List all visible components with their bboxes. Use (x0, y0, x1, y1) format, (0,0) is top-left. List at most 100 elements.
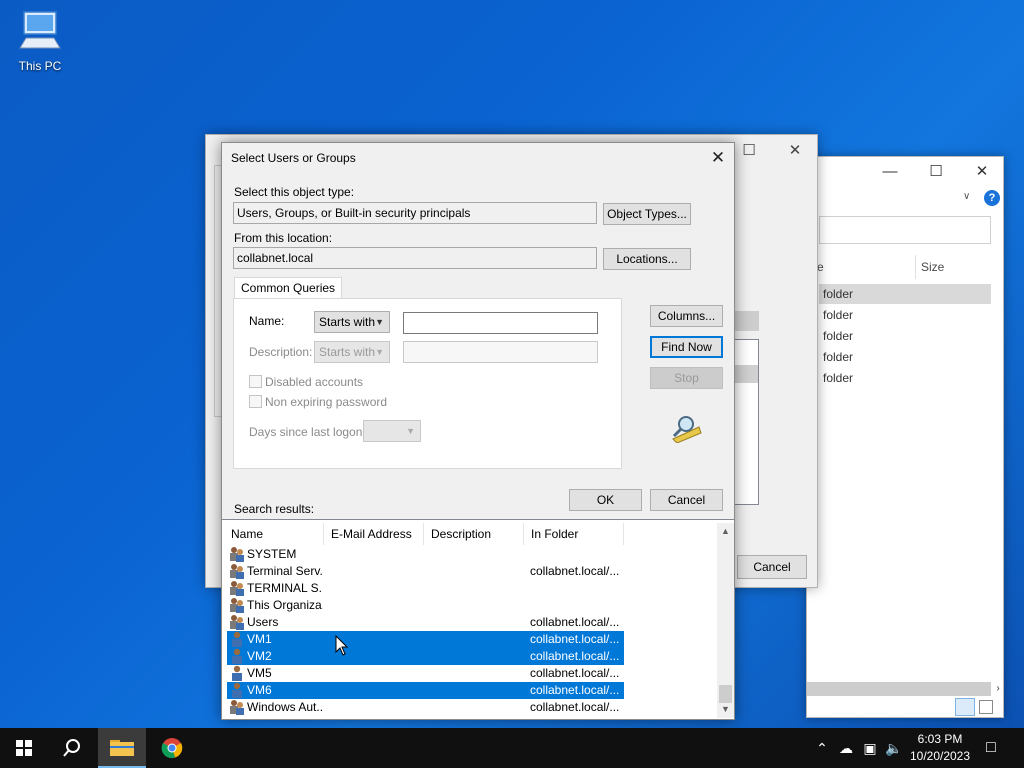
permissions-list[interactable] (735, 339, 759, 505)
network-status-icon[interactable]: ☁ (836, 738, 856, 758)
result-name: This Organiza... (247, 598, 323, 612)
close-icon[interactable]: ✕ (959, 161, 1005, 183)
group-icon (230, 581, 244, 596)
name-mode-value: Starts with (319, 315, 376, 329)
file-explorer-taskbar-button[interactable] (98, 728, 146, 768)
result-folder (530, 597, 622, 614)
large-icons-view-icon[interactable] (979, 700, 993, 714)
days-since-logon-select[interactable]: ▼ (363, 420, 421, 442)
group-icon (230, 700, 244, 715)
notification-icon[interactable]: □ (981, 738, 1001, 758)
chrome-taskbar-button[interactable] (148, 728, 196, 768)
object-type-field: Users, Groups, or Built-in security prin… (233, 202, 597, 224)
description-input[interactable] (403, 341, 598, 363)
scroll-thumb[interactable] (735, 311, 759, 331)
search-results-list[interactable]: Name E-Mail Address Description In Folde… (222, 519, 734, 719)
tab-common-queries[interactable]: Common Queries (234, 277, 343, 299)
location-label: From this location: (234, 231, 333, 245)
column-divider (915, 255, 916, 279)
minimize-icon[interactable]: — (867, 161, 913, 183)
network-icon[interactable]: ▣ (860, 738, 880, 758)
find-now-button[interactable]: Find Now (650, 336, 723, 358)
chevron-up-icon[interactable]: ⌃ (812, 738, 832, 758)
object-types-button[interactable]: Object Types... (603, 203, 691, 225)
result-name: Users (247, 615, 279, 629)
table-row[interactable]: This Organiza... (227, 597, 624, 614)
maximize-icon[interactable]: ☐ (913, 161, 959, 183)
user-icon (232, 631, 242, 647)
group-icon (230, 598, 244, 613)
table-row[interactable]: VM1 collabnet.local/... (227, 631, 624, 648)
search-icon (63, 739, 80, 757)
result-folder: collabnet.local/... (530, 615, 620, 629)
ok-button[interactable]: OK (569, 489, 642, 511)
help-icon[interactable]: ? (984, 190, 1000, 206)
table-row[interactable]: TERMINAL S... (227, 580, 624, 597)
non-expiring-password-checkbox[interactable] (249, 395, 262, 408)
column-header-email[interactable]: E-Mail Address (324, 523, 424, 545)
table-row[interactable]: Windows Aut... collabnet.local/... (227, 699, 624, 716)
scroll-up-icon[interactable]: ▲ (717, 523, 734, 540)
result-folder: collabnet.local/... (530, 649, 620, 663)
result-name: VM5 (247, 666, 272, 680)
disabled-accounts-checkbox[interactable] (249, 375, 262, 388)
result-name: SYSTEM (247, 547, 297, 561)
result-name: Terminal Serv... (247, 564, 323, 578)
list-item[interactable]: folder (819, 368, 991, 388)
horizontal-scrollbar[interactable] (807, 682, 991, 696)
list-item[interactable]: folder (819, 347, 991, 367)
result-name: Windows Aut... (247, 700, 323, 714)
start-button[interactable] (0, 728, 48, 768)
list-item[interactable]: folder (819, 326, 991, 346)
search-button[interactable] (48, 728, 96, 768)
column-header-size[interactable]: Size (921, 255, 944, 279)
locations-button[interactable]: Locations... (603, 248, 691, 270)
explorer-window: — ☐ ✕ ∨ ? e Size folder folder folder fo… (806, 156, 1004, 718)
result-name: VM2 (247, 649, 272, 663)
list-item[interactable]: folder (819, 305, 991, 325)
desktop-icon-this-pc[interactable]: This PC (12, 8, 68, 73)
stop-button[interactable]: Stop (650, 367, 723, 389)
column-header-name[interactable]: Name (224, 523, 324, 545)
columns-button[interactable]: Columns... (650, 305, 723, 327)
windows-logo-icon (16, 740, 32, 756)
table-row[interactable]: VM2 collabnet.local/... (227, 648, 624, 665)
scroll-right-icon[interactable]: › (991, 682, 1005, 696)
name-input[interactable] (403, 312, 598, 334)
details-view-icon[interactable] (955, 698, 975, 716)
name-mode-select[interactable]: Starts with ▼ (314, 311, 390, 333)
result-name: VM1 (247, 632, 272, 646)
clock-date: 10/20/2023 (909, 749, 971, 763)
table-row[interactable]: Users collabnet.local/... (227, 614, 624, 631)
chevron-down-icon: ▼ (375, 317, 384, 327)
result-folder: collabnet.local/... (530, 666, 620, 680)
scroll-down-icon[interactable]: ▼ (717, 701, 734, 718)
result-folder (530, 546, 622, 563)
list-item[interactable]: folder (819, 284, 991, 304)
table-row[interactable]: VM6 collabnet.local/... (227, 682, 624, 699)
desktop-icon-label: This PC (18, 59, 62, 73)
table-row[interactable]: Terminal Serv... collabnet.local/... (227, 563, 624, 580)
mouse-cursor-icon (335, 635, 349, 656)
dialog-title: Select Users or Groups (231, 151, 356, 165)
column-header-description[interactable]: Description (424, 523, 524, 545)
close-icon[interactable]: ✕ (772, 139, 818, 163)
vertical-scrollbar[interactable]: ▲ ▼ (717, 523, 734, 718)
search-results-label: Search results: (234, 502, 315, 516)
search-magnifier-icon (672, 416, 702, 443)
explorer-search-input[interactable] (819, 216, 991, 244)
chevron-down-icon[interactable]: ∨ (963, 191, 970, 202)
cancel-button[interactable]: Cancel (737, 555, 807, 579)
result-name: VM6 (247, 683, 272, 697)
volume-muted-icon[interactable]: 🔈 (884, 738, 904, 758)
close-icon[interactable]: ✕ (702, 143, 734, 173)
description-mode-select[interactable]: Starts with ▼ (314, 341, 390, 363)
user-icon (232, 682, 242, 698)
table-row[interactable]: SYSTEM (227, 546, 624, 563)
clock[interactable]: 6:03 PM 10/20/2023 (908, 731, 972, 765)
list-item[interactable] (735, 365, 758, 383)
table-row[interactable]: VM5 collabnet.local/... (227, 665, 624, 682)
column-header-folder[interactable]: In Folder (524, 523, 624, 545)
cancel-button[interactable]: Cancel (650, 489, 723, 511)
column-header-name[interactable]: e (817, 255, 824, 279)
